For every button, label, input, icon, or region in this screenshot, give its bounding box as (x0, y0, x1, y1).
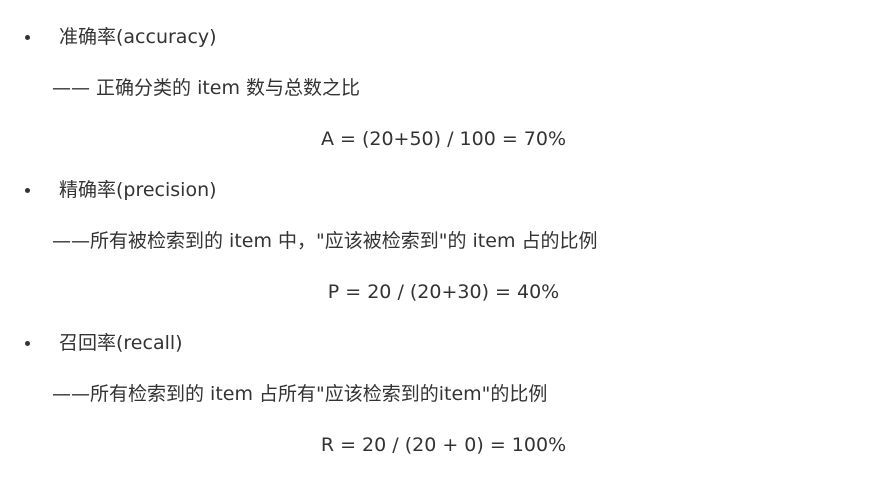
metric-formula: P = 20 / (20+30) = 40% (327, 281, 560, 303)
metric-section-recall: 召回率(recall) ——所有检索到的 item 占所有"应该检索到的item… (0, 306, 877, 459)
metric-term: 准确率(accuracy) (59, 26, 217, 48)
metric-formula: A = (20+50) / 100 = 70% (320, 128, 567, 150)
bullet-icon (25, 341, 30, 346)
metric-section-precision: 精确率(precision) ——所有被检索到的 item 中，"应该被检索到"… (0, 153, 877, 306)
metric-description: ——所有被检索到的 item 中，"应该被检索到"的 item 占的比例 (52, 230, 598, 252)
metric-description: ——所有检索到的 item 占所有"应该检索到的item"的比例 (52, 383, 548, 405)
bullet-icon (25, 35, 30, 40)
metric-section-accuracy: 准确率(accuracy) —— 正确分类的 item 数与总数之比 A = (… (0, 0, 877, 153)
metric-term: 召回率(recall) (59, 332, 183, 354)
metric-formula: R = 20 / (20 + 0) = 100% (320, 434, 567, 456)
list-item: 准确率(accuracy) (0, 22, 877, 52)
metric-term: 精确率(precision) (59, 179, 217, 201)
bullet-icon (25, 188, 30, 193)
list-item: 召回率(recall) (0, 328, 877, 358)
list-item: 精确率(precision) (0, 175, 877, 205)
metric-description: —— 正确分类的 item 数与总数之比 (52, 77, 361, 99)
